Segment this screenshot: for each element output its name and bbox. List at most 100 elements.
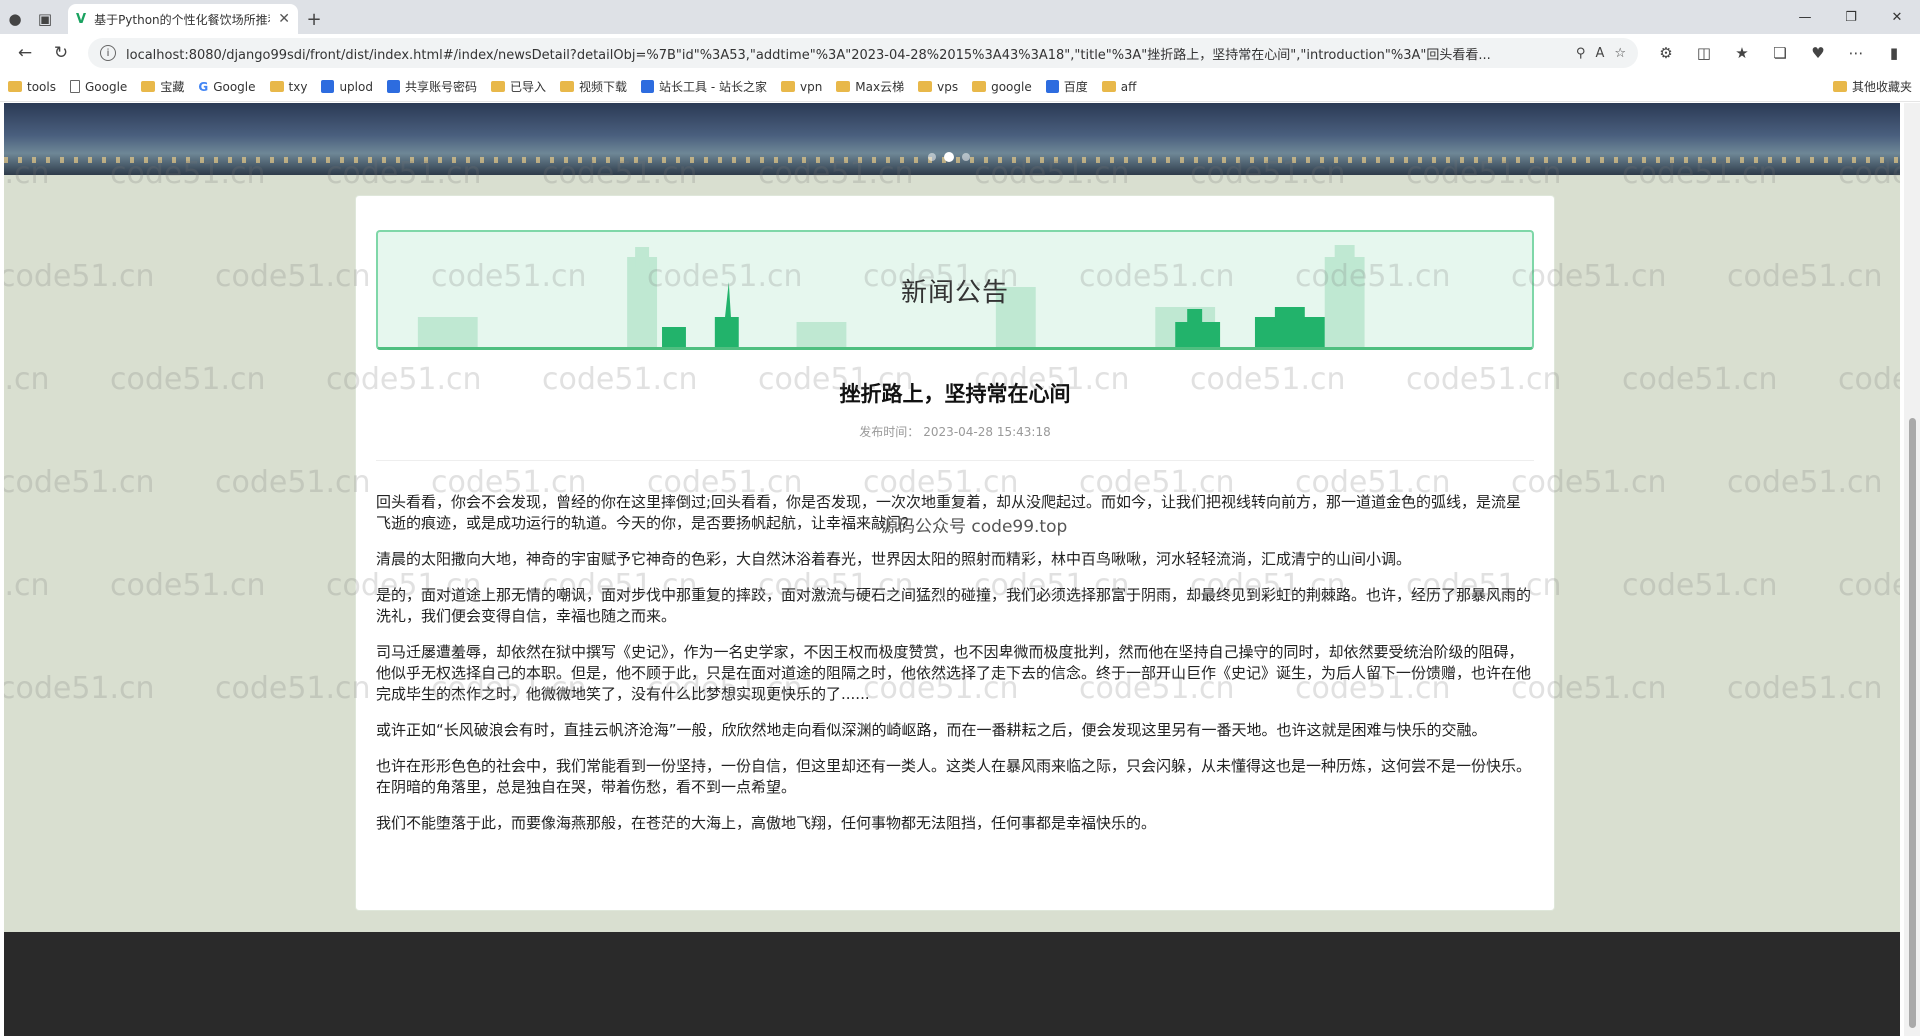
bookmark-uplod[interactable]: uplod bbox=[321, 80, 373, 94]
address-bar[interactable]: i localhost:8080/django99sdi/front/dist/… bbox=[88, 38, 1638, 68]
watermark-text: code51.cn bbox=[1622, 362, 1778, 397]
minimize-icon[interactable]: — bbox=[1782, 0, 1828, 34]
split-screen-icon[interactable]: ◫ bbox=[1688, 38, 1720, 68]
bookmark-baidu[interactable]: 百度 bbox=[1045, 78, 1088, 95]
watermark-text: code51.cn bbox=[110, 362, 266, 397]
browser-tab-bar: ● ▣ V 基于Python的个性化餐饮场所推荐 ✕ + — ❐ ✕ bbox=[0, 0, 1920, 34]
paragraph: 也许在形形色色的社会中，我们常能看到一份坚持，一份自信，但这里却还有一类人。这类… bbox=[376, 757, 1532, 796]
bookmark-aff[interactable]: aff bbox=[1101, 80, 1136, 94]
baidu-icon bbox=[1045, 80, 1059, 93]
bookmark-tools[interactable]: tools bbox=[8, 80, 56, 94]
profile-icon[interactable]: ● bbox=[0, 4, 30, 34]
back-icon[interactable]: ← bbox=[10, 38, 40, 68]
tab-title: 基于Python的个性化餐饮场所推荐 bbox=[94, 12, 271, 27]
page-icon bbox=[69, 80, 80, 93]
vue-favicon-icon: V bbox=[76, 11, 87, 27]
watermark-text: code51.cn bbox=[4, 362, 50, 397]
bookmark-imported[interactable]: 已导入 bbox=[490, 78, 546, 95]
carousel-dot-active[interactable] bbox=[944, 152, 954, 162]
bookmark-google[interactable]: Google bbox=[69, 80, 127, 94]
tab-actions-icon[interactable]: ▣ bbox=[30, 4, 60, 34]
read-aloud-icon[interactable]: A bbox=[1595, 46, 1604, 61]
watermark-text: code51.cn bbox=[1622, 568, 1778, 603]
scrollbar-thumb[interactable] bbox=[1909, 418, 1916, 1028]
bookmark-txy[interactable]: txy bbox=[269, 80, 307, 94]
watermark-text: code51.cn bbox=[1838, 362, 1900, 397]
bookmarks-bar: tools Google 宝藏 G Google txy uplod 共享账号密码… bbox=[0, 72, 1920, 102]
watermark-text: code51.cn bbox=[1838, 568, 1900, 603]
reload-icon[interactable]: ↻ bbox=[46, 38, 76, 68]
extensions-icon[interactable]: ⚙ bbox=[1650, 38, 1682, 68]
new-tab-icon[interactable]: + bbox=[298, 4, 330, 34]
watermark-text: code51.cn bbox=[1727, 465, 1883, 500]
paragraph: 我们不能堕落于此，而要像海燕那般，在苍茫的大海上，高傲地飞翔，任何事物都无法阻挡… bbox=[376, 814, 1157, 832]
bookmark-baozang[interactable]: 宝藏 bbox=[141, 78, 184, 95]
facebook-icon bbox=[386, 80, 400, 93]
article-content: 回头看看，你会不会发现，曾经的你在这里摔倒过;回头看看，你是否发现，一次次地重复… bbox=[376, 492, 1534, 849]
folder-icon bbox=[1832, 81, 1847, 92]
publish-date: 2023-04-28 15:43:18 bbox=[923, 425, 1051, 439]
paragraph: 是的，面对道途上那无情的嘲讽，面对步伐中那重复的摔跤，面对激流与硬石之间猛烈的碰… bbox=[376, 586, 1532, 625]
bookmark-chinaz[interactable]: 站长工具 - 站长之家 bbox=[641, 78, 767, 95]
bookmark-google-folder[interactable]: google bbox=[972, 80, 1032, 94]
collections-icon[interactable]: ❏ bbox=[1764, 38, 1796, 68]
news-detail-card: 新闻公告 挫折路上，坚持常在心间 发布时间： 2023-04-28 15:43:1… bbox=[355, 195, 1555, 911]
window-controls: — ❐ ✕ bbox=[1782, 0, 1920, 34]
carousel-indicators bbox=[928, 152, 970, 162]
browser-essentials-icon[interactable]: ♥ bbox=[1802, 38, 1834, 68]
page-scrollbar[interactable] bbox=[1904, 103, 1920, 1036]
paragraph: 或许正如“长风破浪会有时，直挂云帆济沧海”一般，欣欣然地走向看似深渊的崎岖路，而… bbox=[376, 721, 1487, 739]
watermark-text: code51.cn bbox=[4, 671, 155, 706]
folder-icon bbox=[1101, 81, 1116, 92]
site-info-icon[interactable]: i bbox=[100, 45, 116, 61]
folder-icon bbox=[141, 81, 156, 92]
folder-icon bbox=[972, 81, 987, 92]
url-text[interactable]: localhost:8080/django99sdi/front/dist/in… bbox=[126, 44, 1566, 63]
watermark-text: code51.cn bbox=[215, 259, 371, 294]
more-menu-icon[interactable]: ⋯ bbox=[1840, 38, 1872, 68]
watermark-text: code51.cn bbox=[4, 259, 155, 294]
browser-tab[interactable]: V 基于Python的个性化餐饮场所推荐 ✕ bbox=[68, 4, 298, 34]
folder-icon bbox=[490, 81, 505, 92]
favorite-star-icon[interactable]: ☆ bbox=[1614, 46, 1626, 61]
browser-toolbar: ← ↻ i localhost:8080/django99sdi/front/d… bbox=[0, 34, 1920, 72]
bookmark-max[interactable]: Max云梯 bbox=[836, 78, 904, 95]
carousel-banner[interactable] bbox=[4, 103, 1900, 175]
watermark-text: code51.cn bbox=[215, 671, 371, 706]
folder-icon bbox=[559, 81, 574, 92]
watermark-text: code51.cn bbox=[110, 568, 266, 603]
paragraph: 司马迁屡遭羞辱，却依然在狱中撰写《史记》，作为一名史学家，不因王权而极度赞赏，也… bbox=[376, 643, 1532, 703]
folder-icon bbox=[269, 81, 284, 92]
bookmark-vpn[interactable]: vpn bbox=[780, 80, 822, 94]
overlay-watermark-text: 源码公众号 code99.top bbox=[881, 517, 1068, 537]
restore-icon[interactable]: ❐ bbox=[1828, 0, 1874, 34]
watermark-text: code51.cn bbox=[4, 568, 50, 603]
google-icon: G bbox=[198, 79, 209, 94]
carousel-dot[interactable] bbox=[962, 153, 970, 161]
bookmark-other[interactable]: 其他收藏夹 bbox=[1832, 78, 1912, 95]
chinaz-icon bbox=[641, 80, 654, 93]
page-footer bbox=[4, 932, 1900, 1036]
bookmark-shared-accounts[interactable]: 共享账号密码 bbox=[386, 78, 477, 95]
key-icon[interactable]: ⚲ bbox=[1576, 46, 1586, 61]
article-title: 挫折路上，坚持常在心间 bbox=[839, 382, 1071, 406]
publish-meta: 发布时间： 2023-04-28 15:43:18 bbox=[356, 423, 1554, 440]
bookmark-video-download[interactable]: 视频下载 bbox=[559, 78, 627, 95]
bookmark-google-2[interactable]: G Google bbox=[198, 80, 255, 94]
paragraph: 清晨的太阳撒向大地，神奇的宇宙赋予它神奇的色彩，大自然沐浴着春光，世界因太阳的照… bbox=[376, 550, 1412, 568]
divider bbox=[376, 460, 1534, 461]
watermark-text: code51.cn bbox=[1727, 671, 1883, 706]
cloud-icon bbox=[321, 80, 335, 93]
folder-icon bbox=[8, 81, 22, 92]
folder-icon bbox=[918, 81, 933, 92]
watermark-text: code51.cn bbox=[215, 465, 371, 500]
carousel-dot[interactable] bbox=[928, 153, 936, 161]
watermark-text: code51.cn bbox=[4, 465, 155, 500]
close-tab-icon[interactable]: ✕ bbox=[278, 11, 290, 27]
section-title: 新闻公告 bbox=[900, 278, 1009, 308]
publish-date-label: 发布时间： bbox=[859, 425, 920, 439]
close-window-icon[interactable]: ✕ bbox=[1874, 0, 1920, 34]
sidebar-icon[interactable]: ▮ bbox=[1878, 38, 1910, 68]
favorites-icon[interactable]: ★ bbox=[1726, 38, 1758, 68]
bookmark-vps[interactable]: vps bbox=[918, 80, 958, 94]
